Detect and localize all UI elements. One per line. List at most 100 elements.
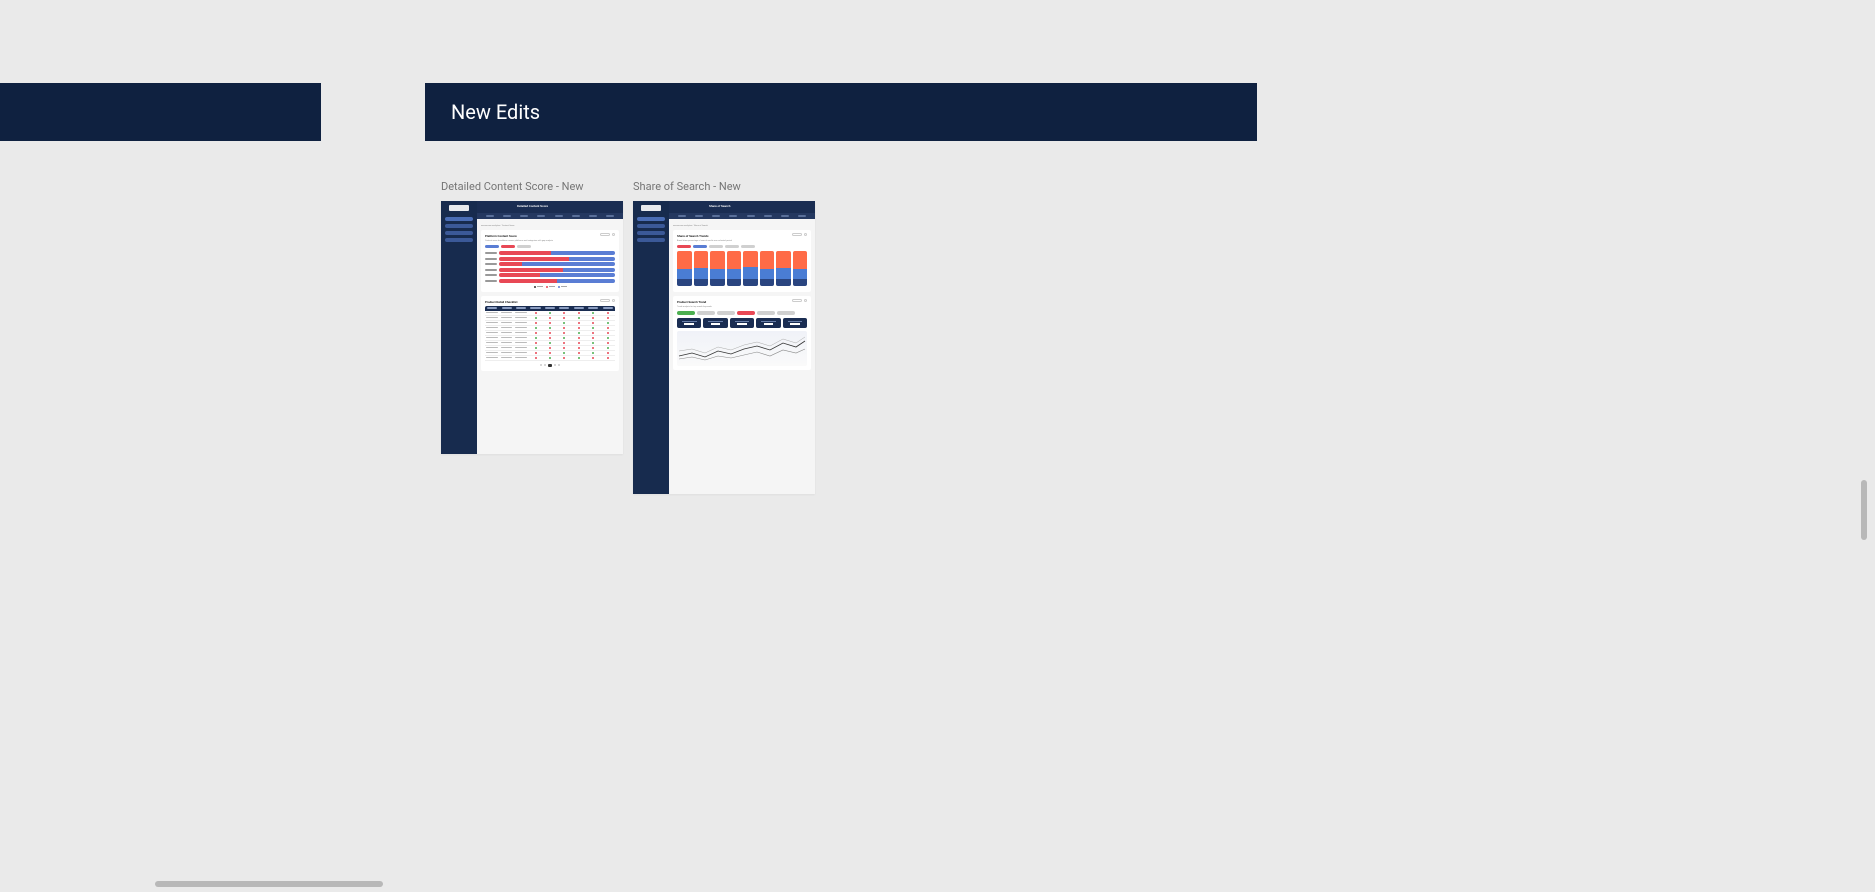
preview-seg-brand	[793, 251, 808, 269]
preview-legend	[485, 286, 615, 288]
preview-bar-label	[485, 274, 497, 276]
fail-dot-icon	[535, 312, 537, 314]
preview-table-header	[485, 306, 615, 311]
preview-sidebar-item	[637, 231, 665, 235]
fail-dot-icon	[607, 352, 609, 354]
preview-line-chart	[677, 331, 807, 366]
pass-dot-icon	[578, 357, 580, 359]
section-title: New Edits	[451, 100, 540, 124]
preview-bar-seg-red	[499, 262, 522, 266]
thumbnail-label: Detailed Content Score - New	[441, 180, 623, 193]
fail-dot-icon	[578, 342, 580, 344]
preview-legend-item	[546, 286, 555, 288]
preview-stacked-bar	[760, 251, 775, 286]
preview-kpi-value	[790, 323, 800, 325]
preview-breadcrumb: ecommerce analytics / Share of Search	[673, 225, 811, 227]
preview-header-cell	[603, 307, 613, 309]
preview-cell-text	[515, 332, 527, 334]
preview-card-controls	[600, 233, 615, 236]
preview-bars-chart	[485, 251, 615, 283]
preview-page-dot	[554, 364, 556, 366]
preview-seg-other	[776, 279, 791, 286]
preview-expand-icon	[612, 233, 615, 236]
preview-sidebar	[441, 201, 477, 454]
pass-dot-icon	[549, 312, 551, 314]
preview-nav-item	[712, 215, 720, 217]
preview-legend-dot	[546, 286, 548, 288]
preview-filter-row	[677, 311, 807, 315]
preview-nav-item	[537, 215, 545, 217]
preview-stacked-bars	[677, 251, 807, 286]
section-header: New Edits	[425, 83, 1257, 141]
preview-cell-text	[501, 357, 513, 359]
preview-seg-comp	[793, 269, 808, 280]
horizontal-scrollbar[interactable]	[155, 881, 383, 887]
preview-pill	[485, 245, 499, 248]
chart-line-1	[679, 341, 805, 357]
fail-dot-icon	[563, 317, 565, 319]
preview-cell-text	[515, 337, 527, 339]
preview-nav	[477, 213, 623, 219]
preview-nav-item	[589, 215, 597, 217]
preview-kpi-box	[730, 318, 754, 328]
preview-card-title: Share of Search Trends	[677, 234, 807, 238]
preview-header-cell	[588, 307, 598, 309]
preview-sidebar-item	[445, 224, 473, 228]
preview-card-checklist: Product Detail Checklist	[481, 296, 619, 371]
thumbnail-label: Share of Search - New	[633, 180, 815, 193]
preview-filter-chip	[717, 311, 735, 315]
preview-legend-item	[558, 286, 567, 288]
preview-expand-icon	[804, 233, 807, 236]
preview-legend-item	[534, 286, 543, 288]
ada-logo-icon	[449, 205, 469, 211]
pass-dot-icon	[549, 342, 551, 344]
pass-dot-icon	[592, 327, 594, 329]
vertical-scrollbar[interactable]	[1861, 480, 1867, 540]
preview-bar-row	[485, 257, 615, 261]
preview-checklist-table	[485, 306, 615, 361]
preview-export-button	[600, 233, 610, 236]
preview-legend-text	[561, 286, 567, 288]
thumbnail-preview-share-search[interactable]: Share of Search ecommerce analytics / Sh…	[633, 201, 815, 494]
preview-cell-text	[486, 342, 498, 344]
preview-stacked-bar	[743, 251, 758, 286]
fail-dot-icon	[592, 332, 594, 334]
fail-dot-icon	[592, 337, 594, 339]
preview-header-cell	[502, 307, 512, 309]
pass-dot-icon	[535, 317, 537, 319]
preview-bar-row	[485, 279, 615, 283]
preview-kpi-label	[708, 321, 723, 322]
fail-dot-icon	[549, 337, 551, 339]
fail-dot-icon	[607, 317, 609, 319]
preview-bar-label	[485, 269, 497, 271]
preview-kpi-box	[677, 318, 701, 328]
preview-sidebar-item	[445, 231, 473, 235]
preview-kpi-row	[677, 318, 807, 328]
preview-bar-seg-red	[499, 257, 569, 261]
preview-stacked-bar	[793, 251, 808, 286]
fail-dot-icon	[592, 322, 594, 324]
fail-dot-icon	[578, 312, 580, 314]
preview-pill	[677, 245, 691, 248]
preview-pill	[741, 245, 755, 248]
preview-card-controls	[792, 299, 807, 302]
pass-dot-icon	[563, 352, 565, 354]
preview-nav-item	[503, 215, 511, 217]
preview-bar-label	[485, 263, 497, 265]
preview-seg-other	[760, 279, 775, 286]
preview-nav-item	[695, 215, 703, 217]
preview-card-platform-score: Platform Content Score Content score bre…	[481, 230, 619, 292]
preview-cell-text	[501, 312, 513, 314]
preview-kpi-label	[788, 321, 803, 322]
pass-dot-icon	[563, 322, 565, 324]
thumbnail-item: Detailed Content Score - New Detailed Co…	[441, 180, 623, 494]
pass-dot-icon	[592, 352, 594, 354]
pass-dot-icon	[592, 312, 594, 314]
preview-filter-chip	[677, 311, 695, 315]
thumbnail-preview-content-score[interactable]: Detailed Content Score ecommerce analyti…	[441, 201, 623, 454]
fail-dot-icon	[578, 327, 580, 329]
preview-nav-item	[555, 215, 563, 217]
preview-card-controls	[792, 233, 807, 236]
preview-card-title: Product Detail Checklist	[485, 300, 615, 304]
fail-dot-icon	[563, 327, 565, 329]
